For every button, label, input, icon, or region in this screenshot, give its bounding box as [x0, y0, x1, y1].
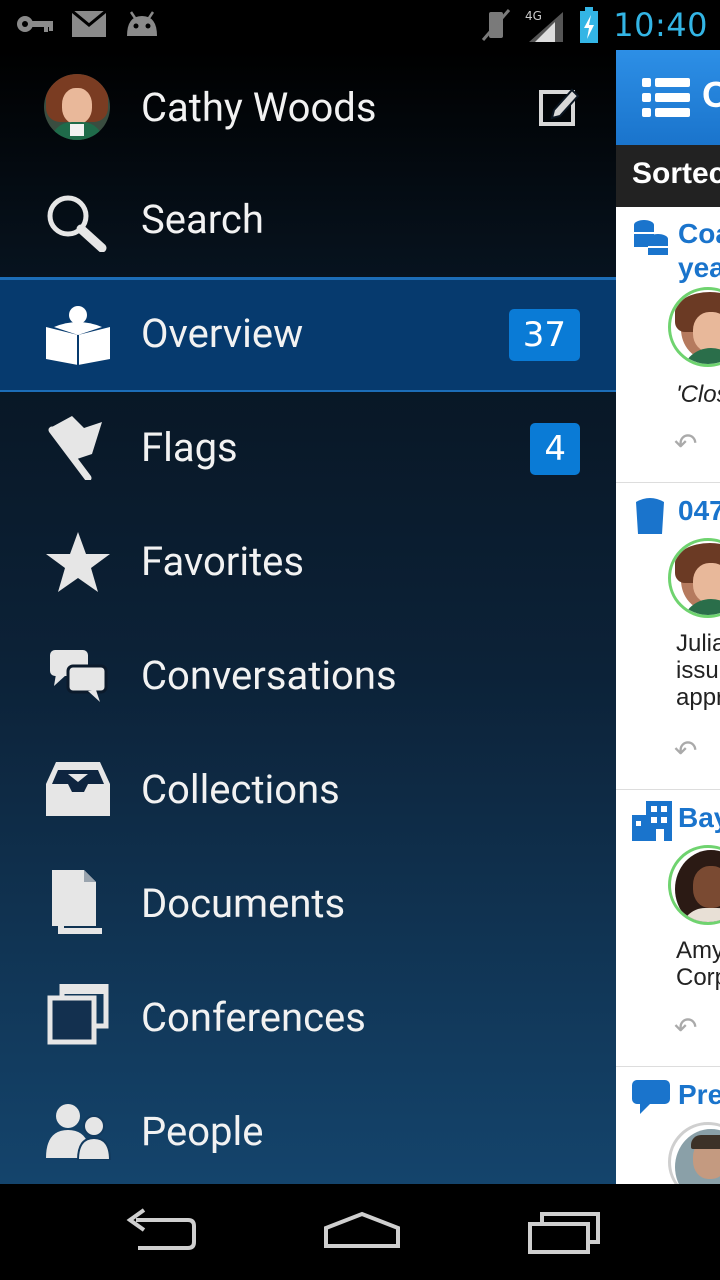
drawer-item-people[interactable]: People: [0, 1076, 616, 1190]
documents-icon: [52, 870, 102, 934]
drawer-item-favorites[interactable]: Favorites: [0, 506, 616, 620]
reply-icon[interactable]: ↶: [674, 427, 697, 460]
list-icon[interactable]: [642, 76, 690, 120]
home-icon[interactable]: [322, 1206, 402, 1258]
drawer-item-documents[interactable]: Documents: [0, 848, 616, 962]
system-nav-bar: [0, 1184, 720, 1280]
drawer-item-flags[interactable]: Flags 4: [0, 392, 616, 506]
drawer-item-label: Collections: [141, 766, 340, 813]
item-preview-line2: Corp: [676, 964, 720, 991]
avatar: [668, 287, 720, 367]
item-title[interactable]: Bay: [678, 801, 720, 835]
drawer-item-label: Flags: [141, 424, 238, 471]
windows-icon: [47, 984, 109, 1045]
content-header[interactable]: O: [616, 50, 720, 145]
svg-text:4G: 4G: [525, 9, 542, 23]
inbox-tray-icon: [46, 762, 110, 816]
signal-4g-icon: 4G: [525, 9, 564, 42]
item-preview: Amy: [676, 937, 720, 964]
drawer-item-conferences[interactable]: Conferences: [0, 962, 616, 1076]
status-bar: 4G 10:40: [0, 0, 720, 50]
drawer-item-label: Conferences: [141, 994, 366, 1041]
user-profile-row[interactable]: Cathy Woods: [0, 50, 616, 164]
item-title[interactable]: Coa: [678, 217, 720, 251]
sort-label: Sortec: [632, 157, 720, 190]
navigation-drawer: Cathy Woods Search Overview 37 Flags 4 F…: [0, 50, 616, 1184]
battery-charging-icon: [580, 7, 599, 43]
item-preview: 'Clos: [676, 381, 720, 408]
star-icon: [46, 532, 110, 592]
coins-stack-icon: [634, 220, 668, 255]
count-badge: 37: [508, 309, 580, 361]
item-preview-line2: issu: [676, 657, 719, 684]
buildings-icon: [632, 801, 672, 841]
back-icon[interactable]: [124, 1206, 204, 1258]
reply-icon[interactable]: ↶: [674, 734, 697, 767]
avatar: [668, 845, 720, 925]
recent-apps-icon[interactable]: [526, 1206, 606, 1258]
list-item[interactable]: Pre: [616, 1068, 720, 1184]
reader-icon: [46, 306, 110, 365]
item-title[interactable]: Pre: [678, 1078, 720, 1112]
search-icon: [47, 195, 107, 252]
drawer-item-overview[interactable]: Overview 37: [0, 278, 616, 392]
compose-icon[interactable]: [538, 86, 580, 126]
drawer-item-label: Conversations: [141, 652, 397, 699]
status-time: 10:40: [613, 6, 708, 44]
android-icon: [127, 11, 157, 36]
key-icon: [17, 16, 53, 32]
phone-icon: [636, 498, 664, 534]
list-item[interactable]: Coa yea 'Clos ↶: [616, 207, 720, 483]
avatar: [44, 74, 110, 140]
speech-bubble-icon: [632, 1080, 670, 1114]
content-title: O: [702, 74, 720, 115]
drawer-item-label: Documents: [141, 880, 346, 927]
reply-icon[interactable]: ↶: [674, 1011, 697, 1044]
chat-bubbles-icon: [50, 650, 108, 702]
avatar: [668, 538, 720, 618]
item-title[interactable]: 047: [678, 494, 720, 528]
drawer-item-label: People: [141, 1108, 264, 1155]
list-item[interactable]: 047 Julia issu appr ↶: [616, 484, 720, 790]
list-item[interactable]: Bay Amy Corp ↶: [616, 791, 720, 1067]
user-name: Cathy Woods: [141, 84, 377, 131]
item-preview-line3: appr: [676, 684, 720, 711]
drawer-item-label: Overview: [141, 310, 304, 357]
count-badge: 4: [530, 423, 580, 475]
sort-bar[interactable]: Sortec: [616, 145, 720, 207]
drawer-item-label: Search: [141, 196, 264, 243]
content-panel: O Sortec Coa yea 'Clos ↶ 047 Julia issu …: [616, 50, 720, 1184]
drawer-item-conversations[interactable]: Conversations: [0, 620, 616, 734]
mail-icon: [72, 11, 106, 37]
item-title-line2[interactable]: yea: [678, 251, 720, 285]
avatar: [668, 1122, 720, 1184]
drawer-item-search[interactable]: Search: [0, 164, 616, 278]
item-preview: Julia: [676, 630, 720, 657]
people-icon: [46, 1104, 112, 1160]
drawer-item-collections[interactable]: Collections: [0, 734, 616, 848]
flag-icon: [48, 416, 102, 480]
drawer-item-label: Favorites: [141, 538, 305, 585]
vibrate-off-icon: [482, 9, 511, 41]
